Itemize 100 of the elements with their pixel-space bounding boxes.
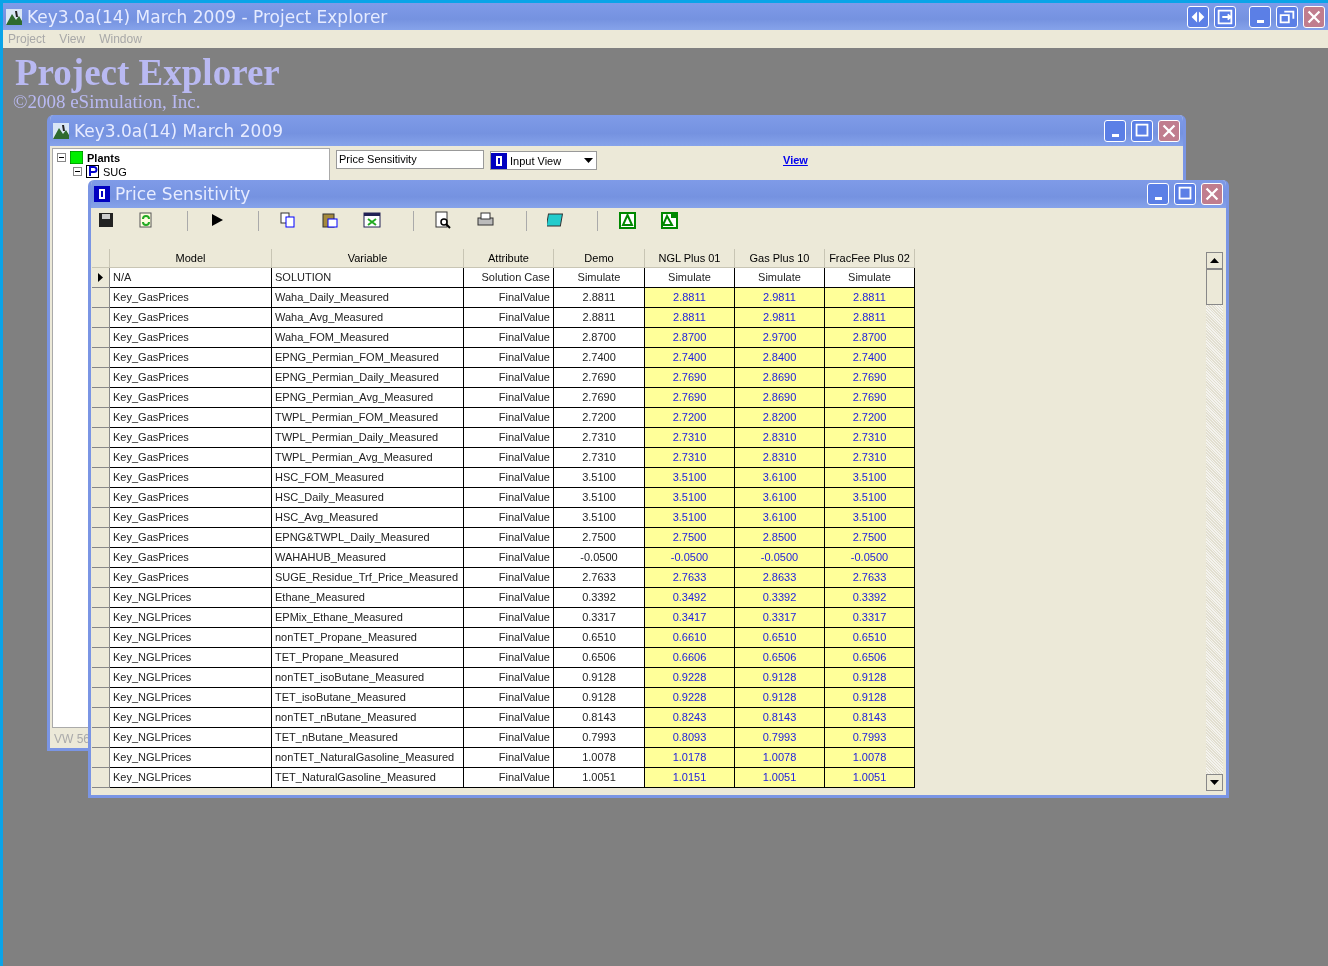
table-cell: Key_NGLPrices (110, 688, 272, 708)
table-cell: 2.7310 (645, 428, 735, 448)
table-cell: 0.6510 (554, 628, 645, 648)
table-cell: nonTET_isoButane_Measured (272, 668, 464, 688)
table-cell: WAHAHUB_Measured (272, 548, 464, 568)
table-cell: 3.5100 (554, 508, 645, 528)
collapse-icon[interactable] (57, 153, 66, 162)
triangle-button[interactable] (618, 211, 638, 231)
triangle-edit-button[interactable] (660, 211, 680, 231)
table-cell: 0.3317 (735, 608, 825, 628)
caret-icon (584, 158, 593, 163)
table-cell: 0.7993 (825, 728, 915, 748)
table-cell: -0.0500 (825, 548, 915, 568)
column-header[interactable]: Variable (272, 249, 464, 268)
table-cell: 0.6506 (735, 648, 825, 668)
table-cell: 0.7993 (735, 728, 825, 748)
table-cell: Key_NGLPrices (110, 648, 272, 668)
column-header[interactable]: Demo (554, 249, 645, 268)
table-cell: Key_NGLPrices (110, 768, 272, 788)
minimize-button[interactable] (1104, 119, 1126, 142)
table-cell: nonTET_nButane_Measured (272, 708, 464, 728)
triangle-icon (618, 211, 636, 229)
column-header[interactable]: Gas Plus 10 (735, 249, 825, 268)
column-header[interactable]: Attribute (464, 249, 554, 268)
table-cell: 0.3317 (554, 608, 645, 628)
minimize-button[interactable] (1147, 183, 1169, 205)
table-cell: 2.8811 (645, 288, 735, 308)
table-cell: 3.5100 (825, 508, 915, 528)
exit-button[interactable] (1214, 5, 1236, 28)
name-field[interactable]: Price Sensitivity (336, 150, 484, 169)
table-cell: FinalValue (464, 348, 554, 368)
maximize-button[interactable] (1174, 183, 1196, 205)
triangle-edit-icon (660, 211, 678, 229)
spreadsheet-button[interactable] (363, 211, 383, 231)
view-dropdown[interactable]: Input View (490, 151, 597, 170)
row-header[interactable] (92, 268, 110, 288)
close-button[interactable] (1201, 183, 1223, 205)
table-cell: 2.8811 (554, 288, 645, 308)
table-cell: 2.8700 (825, 328, 915, 348)
column-header[interactable]: FracFee Plus 02 (825, 249, 915, 268)
scroll-up-button[interactable] (1206, 252, 1223, 269)
table-cell: Key_GasPrices (110, 408, 272, 428)
table-cell: 2.7690 (825, 388, 915, 408)
table-cell: 1.0178 (645, 748, 735, 768)
table-cell: 2.7690 (645, 388, 735, 408)
table-cell: 2.8811 (825, 288, 915, 308)
copy-icon (279, 211, 297, 229)
table-cell: 2.7200 (554, 408, 645, 428)
notebook-icon (547, 211, 565, 229)
table-cell: Key_NGLPrices (110, 708, 272, 728)
table-cell: Key_GasPrices (110, 348, 272, 368)
table-cell: 3.5100 (825, 488, 915, 508)
table-cell: FinalValue (464, 408, 554, 428)
table-cell: -0.0500 (554, 548, 645, 568)
table-cell: 0.9128 (735, 668, 825, 688)
scroll-thumb[interactable] (1206, 269, 1223, 305)
table-cell: FinalValue (464, 708, 554, 728)
table-cell: FinalValue (464, 508, 554, 528)
table-cell: FinalValue (464, 468, 554, 488)
table-cell: 2.8310 (735, 448, 825, 468)
table-cell: Key_GasPrices (110, 368, 272, 388)
table-cell: -0.0500 (645, 548, 735, 568)
table-cell: 2.7310 (825, 448, 915, 468)
table-cell: 0.3392 (554, 588, 645, 608)
paste-button[interactable] (321, 211, 341, 231)
table-cell: FinalValue (464, 288, 554, 308)
restore-button[interactable] (1276, 5, 1298, 28)
table-cell: 0.9128 (735, 688, 825, 708)
column-header[interactable]: NGL Plus 01 (645, 249, 735, 268)
table-cell: 2.8690 (735, 388, 825, 408)
table-cell: -0.0500 (735, 548, 825, 568)
table-cell: 1.0078 (554, 748, 645, 768)
table-cell: 2.8310 (735, 428, 825, 448)
refresh-icon (137, 211, 155, 229)
table-cell: 2.8811 (645, 308, 735, 328)
table-cell: 2.9811 (735, 308, 825, 328)
tree-item[interactable]: Plants (87, 151, 120, 164)
tree-item[interactable]: SUG (103, 165, 127, 178)
scrollbar[interactable] (1206, 252, 1223, 791)
table-cell: Key_GasPrices (110, 568, 272, 588)
close-button[interactable] (1303, 5, 1325, 28)
plant-icon (70, 151, 83, 164)
close-button[interactable] (1158, 119, 1180, 142)
table-cell: FinalValue (464, 368, 554, 388)
minimize-button[interactable] (1249, 5, 1271, 28)
table-cell: HSC_Daily_Measured (272, 488, 464, 508)
minimize-icon (1154, 197, 1162, 200)
plant-p-icon (86, 165, 99, 178)
collapse-icon[interactable] (73, 167, 82, 176)
view-link[interactable]: View (783, 154, 808, 166)
scroll-down-button[interactable] (1206, 774, 1223, 791)
table-cell: Ethane_Measured (272, 588, 464, 608)
column-header[interactable]: Model (110, 249, 272, 268)
mountain-icon (6, 8, 22, 25)
table-cell: SOLUTION (272, 268, 464, 288)
maximize-button[interactable] (1131, 119, 1153, 142)
table-cell: 3.5100 (645, 468, 735, 488)
table-cell: Waha_Daily_Measured (272, 288, 464, 308)
table-cell: 2.8200 (735, 408, 825, 428)
tile-button[interactable] (1187, 5, 1209, 28)
